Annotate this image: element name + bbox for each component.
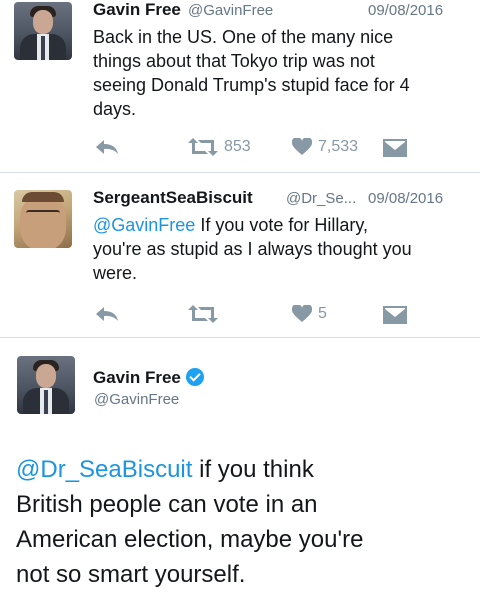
- tweet-text-segment: If you vote for Hillary,: [195, 215, 369, 235]
- like-button[interactable]: 7,533: [292, 137, 358, 157]
- envelope-icon: [383, 306, 407, 324]
- tweet-1[interactable]: Gavin Free @GavinFree 09/08/2016 Back in…: [0, 0, 480, 172]
- like-button[interactable]: 5: [292, 304, 327, 324]
- reply-button[interactable]: [94, 137, 120, 157]
- tweet-text-line: @GavinFree If you vote for Hillary,: [93, 213, 473, 237]
- mention-link[interactable]: @GavinFree: [93, 215, 195, 235]
- verified-badge-icon: [185, 368, 204, 386]
- tweet-text-line: seeing Donald Trump's stupid face for 4: [93, 75, 410, 95]
- tweet-date: 09/08/2016: [368, 190, 444, 207]
- reply-icon: [96, 307, 118, 321]
- tweet-text-line: @Dr_SeaBiscuit if you think: [16, 452, 472, 487]
- avatar[interactable]: [14, 2, 72, 60]
- reply-icon: [96, 140, 118, 154]
- author-name[interactable]: Gavin Free: [93, 0, 181, 20]
- like-count: 5: [318, 305, 327, 322]
- envelope-icon: [383, 139, 407, 157]
- tweet-text-line: things about that Tokyo trip was not: [93, 51, 375, 71]
- direct-message-button[interactable]: [383, 305, 407, 325]
- tweet-text-line: days.: [93, 99, 137, 119]
- author-handle[interactable]: @GavinFree: [188, 2, 273, 19]
- tweet-text-line: British people can vote in an: [16, 491, 318, 518]
- tweet-text: @Dr_SeaBiscuit if you think British peop…: [16, 452, 472, 592]
- tweet-text-line: you're as stupid as I always thought you: [93, 239, 412, 259]
- retweet-button[interactable]: 853: [188, 137, 251, 157]
- author-name[interactable]: SergeantSeaBiscuit: [93, 188, 253, 208]
- tweet-text-line: not so smart yourself.: [16, 561, 246, 588]
- avatar[interactable]: [14, 190, 72, 248]
- author-handle[interactable]: @GavinFree: [94, 391, 179, 408]
- retweet-button[interactable]: [188, 304, 218, 324]
- tweet-2[interactable]: SergeantSeaBiscuit @Dr_Se... 09/08/2016 …: [0, 173, 480, 337]
- tweet-text: @GavinFree If you vote for Hillary, you'…: [93, 213, 473, 285]
- heart-icon: [292, 138, 312, 155]
- retweet-count: 853: [224, 138, 251, 155]
- avatar[interactable]: [17, 356, 75, 414]
- retweet-icon: [188, 138, 218, 156]
- heart-icon: [292, 305, 312, 322]
- tweet-date: 09/08/2016: [368, 2, 444, 19]
- author-name[interactable]: Gavin Free: [93, 368, 181, 387]
- reply-button[interactable]: [94, 304, 120, 324]
- tweet-text-line: Back in the US. One of the many nice: [93, 27, 394, 47]
- author-handle[interactable]: @Dr_Se...: [286, 190, 356, 207]
- mention-link[interactable]: @Dr_SeaBiscuit: [16, 456, 192, 483]
- tweet-text-line: American election, maybe you're: [16, 526, 364, 553]
- tweet-text: Back in the US. One of the many nice thi…: [93, 25, 473, 121]
- like-count: 7,533: [318, 138, 359, 155]
- direct-message-button[interactable]: [383, 138, 407, 158]
- tweet-text-line: were.: [93, 263, 138, 283]
- retweet-icon: [188, 305, 218, 323]
- author-name-row[interactable]: Gavin Free: [93, 368, 204, 388]
- tweet-text-segment: if you think: [192, 456, 314, 483]
